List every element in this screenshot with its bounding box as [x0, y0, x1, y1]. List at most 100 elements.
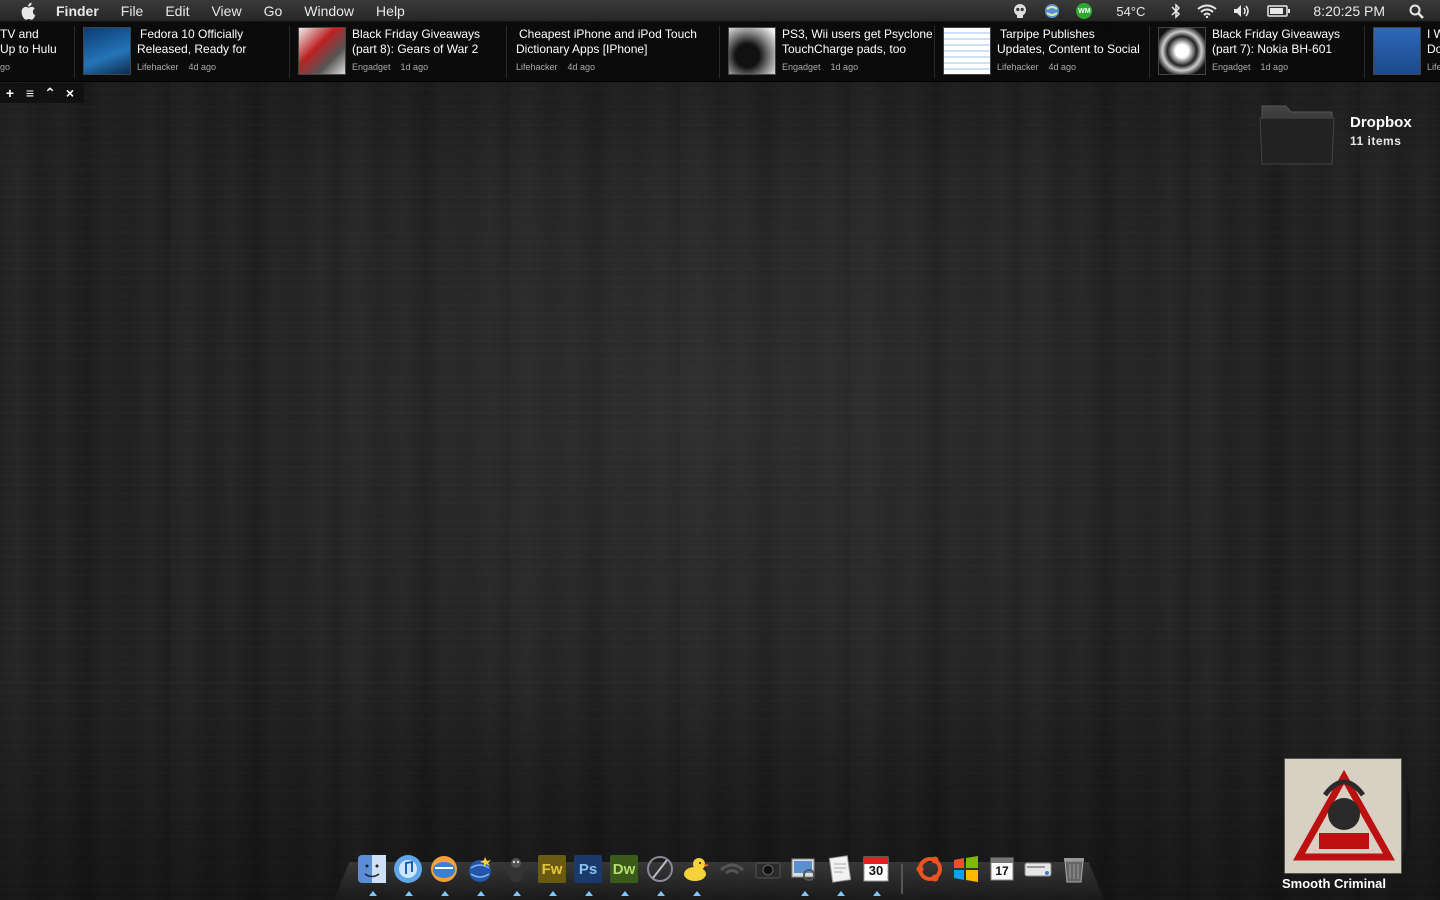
news-source: Engadget: [352, 62, 391, 72]
folder-item-count: 11 items: [1350, 134, 1402, 148]
spotlight-search-icon[interactable]: [1409, 4, 1424, 19]
menu-finder[interactable]: Finder: [56, 0, 110, 22]
news-item[interactable]: Black Friday Giveaways (part 8): Gears o…: [298, 22, 502, 81]
news-title: PS3, Wii users get Psyclone: [782, 27, 932, 41]
dreamweaver-icon[interactable]: Dw: [608, 852, 640, 896]
news-source: Lifehacker: [516, 62, 558, 72]
ticker-list-button[interactable]: ≡: [20, 83, 40, 103]
news-item[interactable]: I W Do Life: [1373, 22, 1440, 81]
itunes-icon[interactable]: [392, 852, 424, 896]
news-item[interactable]: Black Friday Giveaways (part 7): Nokia B…: [1158, 22, 1362, 81]
news-source: Lifehacker: [997, 62, 1039, 72]
windows-icon[interactable]: [950, 852, 982, 886]
drive-icon[interactable]: [1022, 852, 1054, 886]
news-item[interactable]: TV and Up to Hulu go: [0, 22, 70, 81]
news-source: Engadget: [782, 62, 821, 72]
news-title: Do: [1427, 42, 1440, 56]
news-thumbnail: [943, 27, 991, 75]
folder-name: Dropbox: [1350, 114, 1412, 131]
menu-go[interactable]: Go: [253, 0, 294, 22]
calendar-icon[interactable]: 30: [860, 852, 892, 896]
news-title: TV and: [0, 27, 39, 41]
news-age: 4d ago: [567, 62, 596, 72]
ticker-add-button[interactable]: +: [0, 83, 20, 103]
apple-icon: [21, 2, 36, 20]
news-thumbnail: [1373, 27, 1421, 75]
fireworks-icon[interactable]: Fw: [536, 852, 568, 896]
news-item[interactable]: Fedora 10 Officially Released, Ready for…: [83, 22, 287, 81]
menubar-clock[interactable]: 8:20:25 PM: [1313, 3, 1385, 19]
menu-window[interactable]: Window: [293, 0, 365, 22]
news-title: (part 8): Gears of War 2: [352, 42, 479, 56]
album-cover: [1284, 758, 1402, 874]
news-title: Black Friday Giveaways: [1212, 27, 1341, 41]
news-item[interactable]: Cheapest iPhone and iPod Touch Dictionar…: [516, 22, 716, 81]
adium-icon[interactable]: [500, 852, 532, 896]
news-thumbnail: [1158, 27, 1206, 75]
news-source: Lifehacker: [137, 62, 179, 72]
news-title: TouchCharge pads, too: [782, 42, 907, 56]
network-utility-icon[interactable]: [464, 852, 496, 896]
news-item[interactable]: PS3, Wii users get Psyclone TouchCharge …: [728, 22, 932, 81]
news-source: Life: [1427, 62, 1440, 72]
menu-view[interactable]: View: [200, 0, 252, 22]
news-age: go: [0, 62, 11, 72]
wm-badge-label: WM: [1076, 3, 1093, 19]
news-thumbnail: [298, 27, 346, 75]
news-title: Up to Hulu: [0, 42, 57, 56]
news-title: Updates, Content to Social: [997, 42, 1140, 56]
trash-icon[interactable]: [1058, 852, 1090, 886]
network-globe-icon[interactable]: [1044, 3, 1060, 19]
dock: Fw Ps Dw 30 17: [334, 850, 1104, 900]
news-item[interactable]: Tarpipe Publishes Updates, Content to So…: [943, 22, 1147, 81]
menu-bar: Finder File Edit View Go Window Help WM …: [0, 0, 1440, 22]
ubuntu-icon[interactable]: [914, 852, 946, 886]
ticker-collapse-button[interactable]: ⌃: [40, 83, 60, 103]
dreamweaver-label: Dw: [612, 860, 636, 878]
news-title: (part 7): Nokia BH-601: [1212, 42, 1333, 56]
preview-icon[interactable]: [788, 852, 820, 896]
news-age: 1d ago: [830, 62, 859, 72]
news-thumbnail: [728, 27, 776, 75]
fireworks-label: Fw: [541, 860, 563, 878]
camera-icon[interactable]: [752, 852, 784, 886]
menu-help[interactable]: Help: [365, 0, 416, 22]
news-title: Tarpipe Publishes: [1000, 27, 1095, 41]
wireless-icon[interactable]: [716, 852, 748, 886]
news-age: 4d ago: [188, 62, 217, 72]
news-thumbnail: [83, 27, 131, 75]
textedit-icon[interactable]: [824, 852, 856, 896]
wifi-icon[interactable]: [1197, 4, 1218, 18]
menu-edit[interactable]: Edit: [154, 0, 200, 22]
calendar-day: 30: [868, 863, 884, 878]
news-age: 1d ago: [400, 62, 429, 72]
finder-icon[interactable]: [356, 852, 388, 896]
photoshop-label: Ps: [578, 860, 598, 878]
dropbox-folder[interactable]: Dropbox 11 items: [1258, 100, 1438, 170]
ical-icon[interactable]: 17: [986, 852, 1018, 886]
apple-menu[interactable]: [0, 2, 56, 20]
skull-status-icon[interactable]: [1012, 3, 1028, 19]
folder-icon: [1259, 105, 1335, 165]
now-playing-track: Smooth Criminal: [1282, 876, 1387, 891]
battery-icon[interactable]: [1267, 5, 1291, 17]
news-title: Dictionary Apps [IPhone]: [516, 42, 648, 56]
ticker-close-button[interactable]: ×: [60, 83, 80, 103]
now-playing-widget[interactable]: Smooth Criminal: [1282, 758, 1420, 898]
photoshop-icon[interactable]: Ps: [572, 852, 604, 896]
temperature-readout[interactable]: 54°C: [1116, 4, 1145, 19]
script-editor-icon[interactable]: [644, 852, 676, 896]
news-title: I W: [1427, 27, 1440, 41]
news-ticker: TV and Up to Hulu go Fedora 10 Officiall…: [0, 22, 1440, 82]
news-age: 1d ago: [1260, 62, 1289, 72]
news-title: Released, Ready for: [137, 42, 247, 56]
volume-icon[interactable]: [1233, 4, 1251, 18]
bluetooth-icon[interactable]: [1171, 3, 1181, 19]
desktop-background: [0, 0, 1440, 900]
news-title: Fedora 10 Officially: [140, 27, 244, 41]
ticker-controls: + ≡ ⌃ ×: [0, 83, 84, 103]
cyberduck-icon[interactable]: [680, 852, 712, 896]
mail-icon[interactable]: [428, 852, 460, 896]
menu-file[interactable]: File: [110, 0, 155, 22]
wm-status-icon[interactable]: WM: [1076, 3, 1093, 19]
